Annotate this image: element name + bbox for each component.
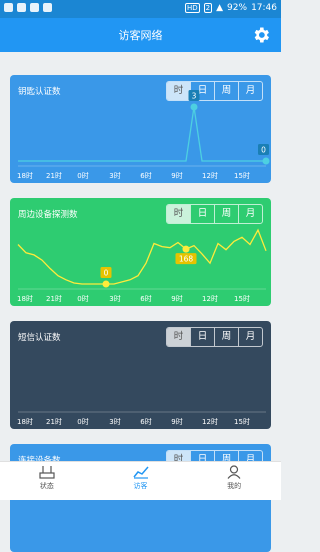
x-tick-label: 18时 (17, 418, 33, 426)
series-line (17, 228, 267, 285)
page-title: 访客网络 (118, 29, 163, 42)
sim-badge: 2 (203, 3, 213, 13)
clock: 17:46 (251, 3, 277, 13)
notification-icon (30, 3, 39, 12)
tab-me-label: 我的 (227, 482, 242, 490)
x-axis-labels: 18时 21时 0时 3时 6时 9时 12时 15时 (10, 294, 271, 304)
data-label: 3 (192, 92, 197, 101)
app-bar: 访客网络 (0, 18, 281, 52)
hd-badge: HD (185, 3, 200, 13)
tab-visitor[interactable]: 访客 (94, 462, 188, 500)
trend-chart-icon (132, 466, 149, 479)
x-tick-label: 15时 (234, 418, 250, 426)
status-bar: HD 2 ▲ 92% 17:46 (0, 0, 281, 18)
x-tick-label: 15时 (234, 295, 250, 303)
x-axis-labels: 18时 21时 0时 3时 6时 9时 12时 15时 (10, 417, 271, 427)
stat-card: 周边设备探测数时日周月 0 168 18时 21时 0时 3时 6时 9时 12时 15时 (10, 198, 271, 306)
x-tick-label: 9时 (171, 295, 183, 303)
x-tick-label: 9时 (171, 172, 183, 180)
router-icon (39, 466, 55, 479)
data-label: 0 (104, 269, 109, 278)
stat-card: 短信认证数时日周月 18时 21时 0时 3时 6时 9时 12时 15时 (10, 321, 271, 429)
notification-icon (17, 3, 26, 12)
highlight-point (102, 280, 110, 288)
x-tick-label: 21时 (46, 418, 62, 426)
x-tick-label: 15时 (234, 172, 250, 180)
x-tick-label: 0时 (77, 295, 89, 303)
series-line (18, 106, 266, 162)
x-tick-label: 21时 (46, 295, 62, 303)
signal-icon: ▲ (216, 3, 224, 13)
notification-icon (4, 3, 13, 12)
x-tick-label: 6时 (140, 418, 152, 426)
x-tick-label: 12时 (202, 295, 218, 303)
user-icon (227, 465, 241, 479)
x-tick-label: 3时 (109, 172, 121, 180)
highlight-point (190, 103, 198, 111)
highlight-point (182, 245, 190, 253)
line-chart: 0 168 (17, 228, 267, 290)
x-tick-label: 12时 (202, 418, 218, 426)
stat-card: 钥匙认证数时日周月 3 0 18时 21时 0时 3时 6时 9时 12时 15时 (10, 75, 271, 183)
x-tick-label: 0时 (77, 418, 89, 426)
data-label: 168 (179, 255, 194, 264)
data-label: 0 (261, 146, 266, 155)
x-tick-label: 9时 (171, 418, 183, 426)
x-tick-label: 3时 (109, 295, 121, 303)
x-axis-labels: 18时 21时 0时 3时 6时 9时 12时 15时 (10, 171, 271, 181)
x-tick-label: 6时 (140, 172, 152, 180)
tab-me[interactable]: 我的 (187, 462, 281, 500)
highlight-point (262, 157, 270, 165)
tab-visitor-label: 访客 (133, 482, 148, 490)
line-chart (18, 411, 266, 413)
bottom-tab-bar: 状态 访客 我的 (0, 461, 281, 500)
x-tick-label: 18时 (17, 172, 33, 180)
line-chart: 30 (18, 90, 270, 167)
x-tick-label: 6时 (140, 295, 152, 303)
gear-icon[interactable] (251, 25, 271, 45)
tab-status-label: 状态 (39, 482, 54, 490)
notification-icon (43, 3, 52, 12)
x-tick-label: 21时 (46, 172, 62, 180)
tab-status[interactable]: 状态 (0, 462, 94, 500)
x-tick-label: 0时 (77, 172, 89, 180)
x-tick-label: 18时 (17, 295, 33, 303)
x-tick-label: 12时 (202, 172, 218, 180)
battery-percent: 92% (227, 3, 248, 13)
x-tick-label: 3时 (109, 418, 121, 426)
